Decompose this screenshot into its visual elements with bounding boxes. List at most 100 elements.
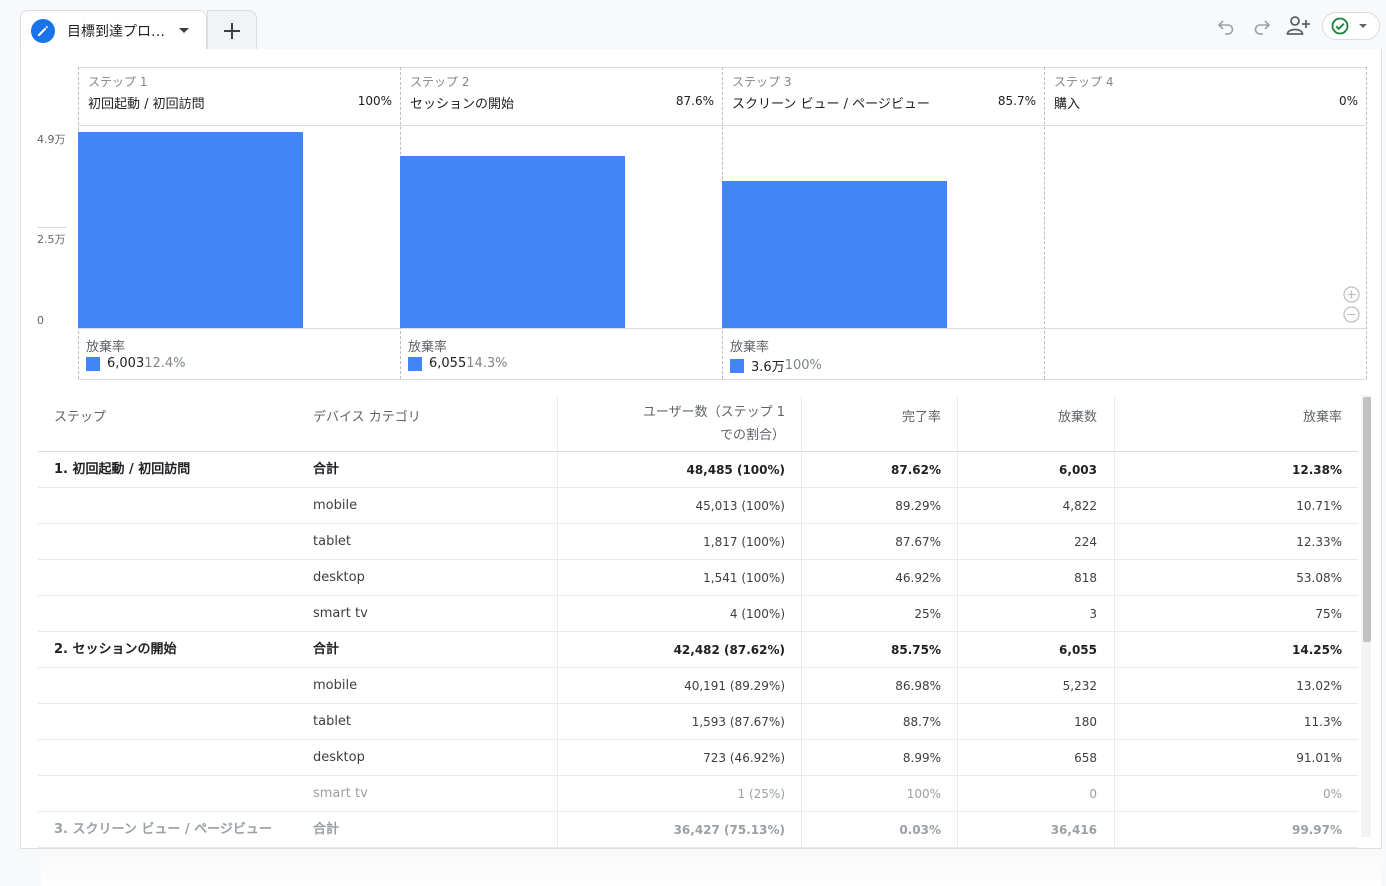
zoom-in-icon[interactable] [1343, 286, 1360, 303]
check-circle-icon [1331, 17, 1349, 35]
column-header-abandonment-rate[interactable]: 放棄率 [1115, 396, 1342, 452]
zoom-out-icon[interactable] [1343, 306, 1360, 323]
users-cell: 4 (100%) [729, 607, 785, 621]
abandonment-rate-cell: 91.01% [1296, 751, 1342, 765]
abandonment-rate: 100% [784, 358, 822, 373]
table-row[interactable]: 1. 初回起動 / 初回訪問 合計 48,485 (100%) 87.62% 6,003… [38, 452, 1358, 488]
completion-rate-cell: 46.92% [895, 571, 941, 585]
column-header-device-category[interactable]: デバイス カテゴリ [313, 396, 421, 452]
add-tab-button[interactable] [207, 10, 257, 50]
table-row[interactable]: mobile 45,013 (100%) 89.29% 4,822 10.71% [38, 488, 1358, 524]
step-name: 初回起動 / 初回訪問 [88, 97, 205, 112]
funnel-step-4-header[interactable]: ステップ 4 購入 0% [1044, 67, 1366, 125]
chart-border-bottom [78, 379, 1366, 380]
users-cell: 48,485 (100%) [686, 463, 785, 477]
funnel-step-3-header[interactable]: ステップ 3 スクリーン ビュー / ページビュー 85.7% [722, 67, 1044, 125]
tab-funnel-exploration[interactable]: 目標到達プロ… [20, 10, 207, 50]
step-number: ステップ 2 [410, 75, 470, 89]
step-name: スクリーン ビュー / ページビュー [732, 97, 930, 112]
chevron-down-icon[interactable] [179, 28, 189, 33]
column-header-users[interactable]: ユーザー数（ステップ 1 での割合） [558, 396, 785, 452]
completion-rate-cell: 100% [906, 787, 941, 801]
table-header: ステップ デバイス カテゴリ ユーザー数（ステップ 1 での割合） 完了率 放棄… [38, 396, 1358, 452]
abandonment-step-2[interactable]: 放棄率 6,055 14.3% [400, 336, 720, 378]
users-cell: 40,191 (89.29%) [684, 679, 785, 693]
column-header-abandonments[interactable]: 放棄数 [958, 396, 1097, 452]
completion-rate-cell: 8.99% [902, 751, 941, 765]
table-row[interactable]: desktop 723 (46.92%) 8.99% 658 91.01% [38, 740, 1358, 776]
person-add-icon[interactable] [1285, 14, 1313, 38]
users-cell: 1,593 (87.67%) [691, 715, 785, 729]
table-row[interactable]: mobile 40,191 (89.29%) 86.98% 5,232 13.02% [38, 668, 1358, 704]
legend-swatch [730, 358, 744, 373]
device-category-cell: desktop [313, 750, 365, 765]
column-header-users-line2: での割合） [719, 428, 785, 443]
table-row[interactable]: smart tv 4 (100%) 25% 3 75% [38, 596, 1358, 632]
abandonment-rate-cell: 0% [1322, 787, 1342, 801]
step-cell [54, 560, 304, 596]
table-row[interactable]: 3. スクリーン ビュー / ページビュー 合計 36,427 (75.13%) 0.… [38, 812, 1358, 848]
abandonments-cell: 3 [1089, 607, 1097, 621]
share-status-button[interactable] [1322, 12, 1380, 40]
step-cell: 3. スクリーン ビュー / ページビュー [54, 822, 272, 837]
scrollbar-thumb[interactable] [1363, 397, 1371, 642]
completion-rate-cell: 85.75% [891, 643, 941, 657]
completion-rate-cell: 87.62% [891, 463, 941, 477]
redo-icon[interactable] [1250, 14, 1274, 38]
step-number: ステップ 4 [1054, 75, 1114, 89]
funnel-bar-step-1[interactable] [78, 132, 303, 328]
abandonments-cell: 6,055 [1059, 643, 1097, 657]
funnel-bar-step-3[interactable] [722, 181, 947, 328]
step-cell: 1. 初回起動 / 初回訪問 [54, 462, 191, 477]
funnel-step-2-header[interactable]: ステップ 2 セッションの開始 87.6% [400, 67, 722, 125]
table-row[interactable]: smart tv 1 (25%) 100% 0 0% [38, 776, 1358, 812]
abandonments-cell: 658 [1074, 751, 1097, 765]
undo-icon[interactable] [1214, 14, 1238, 38]
abandonment-rate-cell: 13.02% [1296, 679, 1342, 693]
abandonment-rate-cell: 99.97% [1292, 823, 1342, 837]
funnel-step-1-header[interactable]: ステップ 1 初回起動 / 初回訪問 100% [78, 67, 400, 125]
y-tick-label: 4.9万 [37, 133, 66, 146]
abandonments-cell: 36,416 [1050, 823, 1097, 837]
abandonment-count: 3.6万 [751, 360, 785, 375]
y-tick-label: 2.5万 [37, 233, 66, 246]
table-row[interactable]: tablet 1,817 (100%) 87.67% 224 12.33% [38, 524, 1358, 560]
step-cell [54, 488, 304, 524]
abandonment-rate-cell: 10.71% [1296, 499, 1342, 513]
pencil-icon[interactable] [31, 18, 55, 43]
device-category-cell: smart tv [313, 606, 368, 621]
abandonment-step-1[interactable]: 放棄率 6,003 12.4% [78, 336, 398, 378]
column-divider [1366, 67, 1367, 379]
abandonment-rate: 12.4% [144, 356, 186, 371]
abandonments-cell: 224 [1074, 535, 1097, 549]
abandonment-rate-cell: 12.38% [1292, 463, 1342, 477]
table-row[interactable]: 2. セッションの開始 合計 42,482 (87.62%) 85.75% 6,055 1… [38, 632, 1358, 668]
abandonment-rate: 14.3% [466, 356, 508, 371]
table-row[interactable]: tablet 1,593 (87.67%) 88.7% 180 11.3% [38, 704, 1358, 740]
abandonment-count: 6,055 [429, 356, 467, 371]
completion-rate-cell: 89.29% [895, 499, 941, 513]
abandonments-cell: 4,822 [1062, 499, 1097, 513]
report-tab-bar: 目標到達プロ… [0, 0, 1386, 50]
report-card: 4.9万 2.5万 0 ステップ 1 初回起動 / 初回訪問 100% ステップ… [20, 49, 1383, 886]
abandonments-cell: 818 [1074, 571, 1097, 585]
abandonments-cell: 180 [1074, 715, 1097, 729]
abandonment-label: 放棄率 [86, 340, 126, 355]
users-cell: 45,013 (100%) [695, 499, 785, 513]
table-row[interactable]: desktop 1,541 (100%) 46.92% 818 53.08% [38, 560, 1358, 596]
funnel-chart: 4.9万 2.5万 0 ステップ 1 初回起動 / 初回訪問 100% ステップ… [21, 49, 1383, 389]
step-cell: 2. セッションの開始 [54, 642, 177, 657]
step-percentage: 85.7% [997, 94, 1036, 108]
abandonments-cell: 5,232 [1062, 679, 1097, 693]
abandonment-step-3[interactable]: 放棄率 3.6万 100% [722, 336, 1042, 378]
step-name: 購入 [1054, 97, 1081, 112]
column-header-users-line1: ユーザー数（ステップ 1 [642, 405, 785, 420]
column-header-step[interactable]: ステップ [54, 396, 106, 452]
step-cell [54, 596, 304, 632]
column-header-completion-rate[interactable]: 完了率 [802, 396, 941, 452]
funnel-bar-step-2[interactable] [400, 156, 625, 328]
completion-rate-cell: 87.67% [895, 535, 941, 549]
users-cell: 1,817 (100%) [703, 535, 785, 549]
abandonment-count: 6,003 [107, 356, 145, 371]
legend-swatch [86, 356, 100, 371]
